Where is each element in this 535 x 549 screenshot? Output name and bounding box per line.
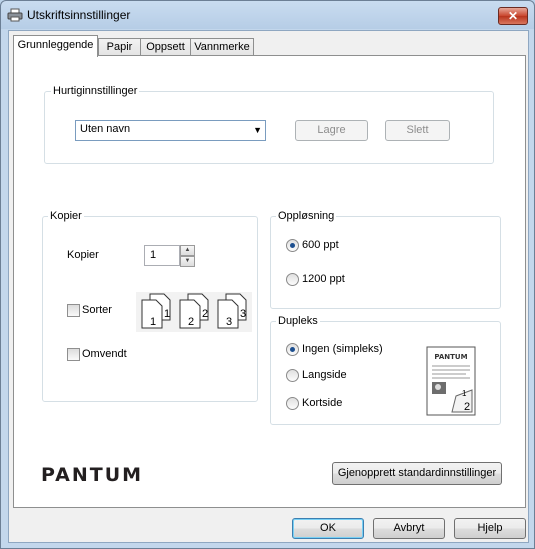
collate-set-1-front: 1 xyxy=(150,316,156,328)
resolution-1200-radio[interactable] xyxy=(286,273,299,286)
collate-set-2-front: 2 xyxy=(188,316,194,328)
copies-value: 1 xyxy=(150,249,157,261)
duplex-group: Dupleks Ingen (simpleks) Langside Kortsi… xyxy=(270,315,501,425)
duplex-preview-icon: PANTUM 1 2 xyxy=(426,346,476,416)
duplex-none-label: Ingen (simpleks) xyxy=(302,343,383,355)
dialog-client: Grunnleggende Papir Oppsett Vannmerke Hu… xyxy=(8,30,529,543)
tab-oppsett[interactable]: Oppsett xyxy=(140,38,191,56)
delete-button[interactable]: Slett xyxy=(385,120,450,141)
copies-label: Kopier xyxy=(67,249,99,261)
collate-set-3-back: 3 xyxy=(240,308,246,320)
copies-increment-button[interactable]: ▲ xyxy=(180,245,195,256)
quick-settings-value: Uten navn xyxy=(80,123,131,135)
duplex-short-edge-label: Kortside xyxy=(302,397,343,409)
resolution-600-radio[interactable] xyxy=(286,239,299,252)
quick-settings-dropdown[interactable]: Uten navn ▼ xyxy=(75,120,266,141)
duplex-none-radio[interactable] xyxy=(286,343,299,356)
tab-papir[interactable]: Papir xyxy=(98,38,141,56)
duplex-preview-logo: PANTUM xyxy=(434,353,467,361)
pantum-logo: PANTUM xyxy=(41,464,144,486)
duplex-preview-page-2: 2 xyxy=(464,401,470,413)
tab-grunnleggende[interactable]: Grunnleggende xyxy=(13,35,98,57)
copies-decrement-button[interactable]: ▼ xyxy=(180,256,195,267)
tab-panel-basic: Hurtiginnstillinger Uten navn ▼ Lagre Sl… xyxy=(13,55,526,508)
help-button[interactable]: Hjelp xyxy=(454,518,526,539)
quick-settings-legend: Hurtiginnstillinger xyxy=(51,85,140,97)
window-title: Utskriftsinnstillinger xyxy=(27,8,131,22)
resolution-600-label: 600 ppt xyxy=(302,239,339,251)
duplex-long-edge-radio[interactable] xyxy=(286,369,299,382)
tab-vannmerke[interactable]: Vannmerke xyxy=(190,38,254,56)
reverse-label: Omvendt xyxy=(82,348,127,360)
reverse-checkbox[interactable] xyxy=(67,348,80,361)
copies-input[interactable]: 1 xyxy=(144,245,180,266)
print-settings-window: Utskriftsinnstillinger ✕ Grunnleggende P… xyxy=(0,0,535,549)
duplex-short-edge-radio[interactable] xyxy=(286,397,299,410)
resolution-legend: Oppløsning xyxy=(276,210,337,222)
resolution-group: Oppløsning 600 ppt 1200 ppt xyxy=(270,210,501,309)
resolution-1200-label: 1200 ppt xyxy=(302,273,345,285)
duplex-preview-page-1: 1 xyxy=(462,389,467,398)
copies-group: Kopier Kopier 1 ▲ ▼ Sorter 1 1 2 2 3 3 O… xyxy=(42,210,258,402)
printer-icon xyxy=(7,8,23,22)
duplex-long-edge-label: Langside xyxy=(302,369,347,381)
copies-legend: Kopier xyxy=(48,210,84,222)
restore-defaults-button[interactable]: Gjenopprett standardinnstillinger xyxy=(332,462,502,485)
close-button[interactable]: ✕ xyxy=(498,7,528,25)
cancel-button[interactable]: Avbryt xyxy=(373,518,445,539)
duplex-legend: Dupleks xyxy=(276,315,320,327)
save-button[interactable]: Lagre xyxy=(295,120,368,141)
collate-checkbox[interactable] xyxy=(67,304,80,317)
collate-label: Sorter xyxy=(82,304,112,316)
collate-set-3-front: 3 xyxy=(226,316,232,328)
close-icon: ✕ xyxy=(507,9,519,23)
collate-preview-icon: 1 1 2 2 3 3 xyxy=(136,292,252,332)
title-bar: Utskriftsinnstillinger ✕ xyxy=(1,1,534,29)
ok-button[interactable]: OK xyxy=(292,518,364,539)
quick-settings-group: Hurtiginnstillinger Uten navn ▼ Lagre Sl… xyxy=(44,85,494,164)
chevron-down-icon: ▼ xyxy=(253,125,262,135)
collate-set-2-back: 2 xyxy=(202,308,208,320)
collate-set-1-back: 1 xyxy=(164,308,170,320)
